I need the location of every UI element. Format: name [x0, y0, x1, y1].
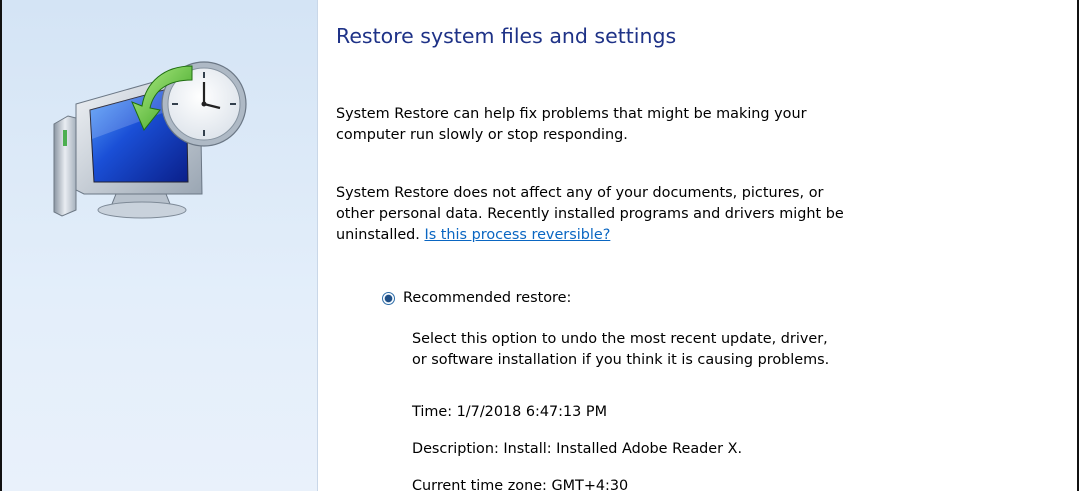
description-value: Install: Installed Adobe Reader X. — [503, 441, 743, 457]
description-label: Description: — [412, 441, 499, 457]
info-paragraph: System Restore does not affect any of yo… — [336, 183, 844, 246]
reversible-help-link[interactable]: Is this process reversible? — [424, 227, 610, 243]
system-restore-icon — [53, 61, 247, 219]
recommended-restore-option[interactable]: Recommended restore: — [382, 290, 571, 306]
system-restore-window: Restore system files and settings System… — [0, 0, 1088, 491]
current-time-zone: Current time zone: GMT+4:30 — [412, 478, 628, 491]
radio-button-selected-icon[interactable] — [382, 291, 395, 305]
restore-description: Description: Install: Installed Adobe Re… — [412, 441, 742, 457]
sidebar-panel — [2, 0, 318, 491]
timezone-label: Current time zone: — [412, 478, 547, 491]
page-title: Restore system files and settings — [336, 24, 677, 48]
option-description: Select this option to undo the most rece… — [412, 331, 830, 368]
restore-time: Time: 1/7/2018 6:47:13 PM — [412, 404, 607, 420]
content-area: Restore system files and settings System… — [332, 0, 1077, 491]
recommended-restore-label[interactable]: Recommended restore: — [403, 290, 571, 306]
dialog-frame: Restore system files and settings System… — [0, 0, 1079, 491]
time-value: 1/7/2018 6:47:13 PM — [456, 404, 608, 420]
intro-text: System Restore can help fix problems tha… — [336, 106, 807, 143]
timezone-value: GMT+4:30 — [551, 478, 629, 491]
time-label: Time: — [412, 404, 453, 420]
